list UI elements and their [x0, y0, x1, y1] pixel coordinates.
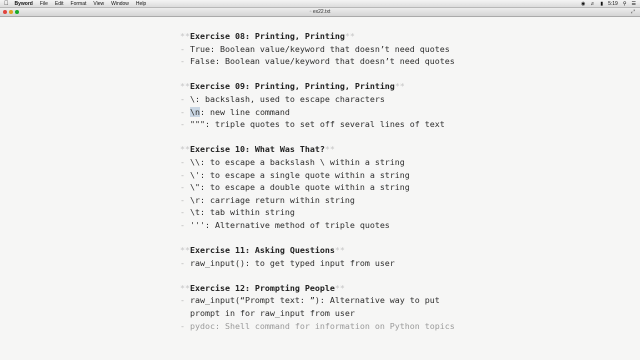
list-item: - raw_input(“Prompt text: ”): Alternativ… [180, 295, 440, 306]
list-item: - """: triple quotes to set off several … [180, 119, 445, 130]
menu-help[interactable]: Help [136, 1, 146, 7]
window-title-bar: ▫ ex22.txt ⤢ [0, 8, 640, 17]
status-area: ◉ ♬ ▮ 5:19 ⚲ ☰ [581, 0, 636, 8]
window-title: ▫ ex22.txt [309, 9, 331, 15]
list-item: - False: Boolean value/keyword that does… [180, 56, 455, 67]
section-heading: **Exercise 08: Printing, Printing** [180, 31, 355, 41]
list-item: - True: Boolean value/keyword that doesn… [180, 43, 450, 54]
section-heading: **Exercise 10: What Was That?** [180, 144, 335, 155]
list-item: - \r: carriage return within string [180, 194, 355, 205]
list-icon[interactable]: ☰ [632, 1, 636, 7]
search-icon[interactable]: ⚲ [623, 1, 627, 7]
list-item: - ''': Alternative method of triple quot… [180, 219, 390, 230]
menu-format[interactable]: Format [71, 1, 87, 7]
section-heading: **Exercise 12: Prompting People** [180, 282, 345, 293]
section-heading: **Exercise 09: Printing, Printing, Print… [180, 81, 405, 92]
menu-view[interactable]: View [93, 1, 104, 7]
list-item-selected: - \n: new line command [180, 106, 290, 117]
menu-bar:  Byword File Edit Format View Window He… [0, 0, 640, 8]
battery-icon[interactable]: ▮ [600, 1, 603, 7]
list-item: - \": to escape a double quote within a … [180, 182, 410, 193]
menu-file[interactable]: File [40, 1, 48, 7]
list-item-continuation: prompt in for raw_input from user [190, 308, 355, 319]
menu-edit[interactable]: Edit [55, 1, 64, 7]
text-selection: \n [190, 106, 200, 117]
clock[interactable]: 5:19 [608, 1, 618, 7]
menu-app-name[interactable]: Byword [15, 1, 33, 7]
wifi-icon[interactable]: ◉ [581, 1, 585, 7]
volume-icon[interactable]: ♬ [590, 1, 595, 7]
list-item: - pydoc: Shell command for information o… [180, 320, 455, 331]
list-item: - \\: to escape a backslash \ within a s… [180, 156, 405, 167]
apple-menu-icon[interactable]:  [4, 0, 9, 8]
list-item: - \': to escape a single quote within a … [180, 169, 410, 180]
section-heading: **Exercise 11: Asking Questions** [180, 245, 345, 256]
list-item: - raw_input(): to get typed input from u… [180, 257, 395, 268]
fullscreen-icon[interactable]: ⤢ [631, 10, 636, 15]
document-body[interactable]: **Exercise 08: Printing, Printing** - Tr… [180, 30, 480, 332]
list-item: - \: backslash, used to escape character… [180, 93, 385, 104]
menu-window[interactable]: Window [111, 1, 129, 7]
list-item: - \t: tab within string [180, 207, 295, 218]
